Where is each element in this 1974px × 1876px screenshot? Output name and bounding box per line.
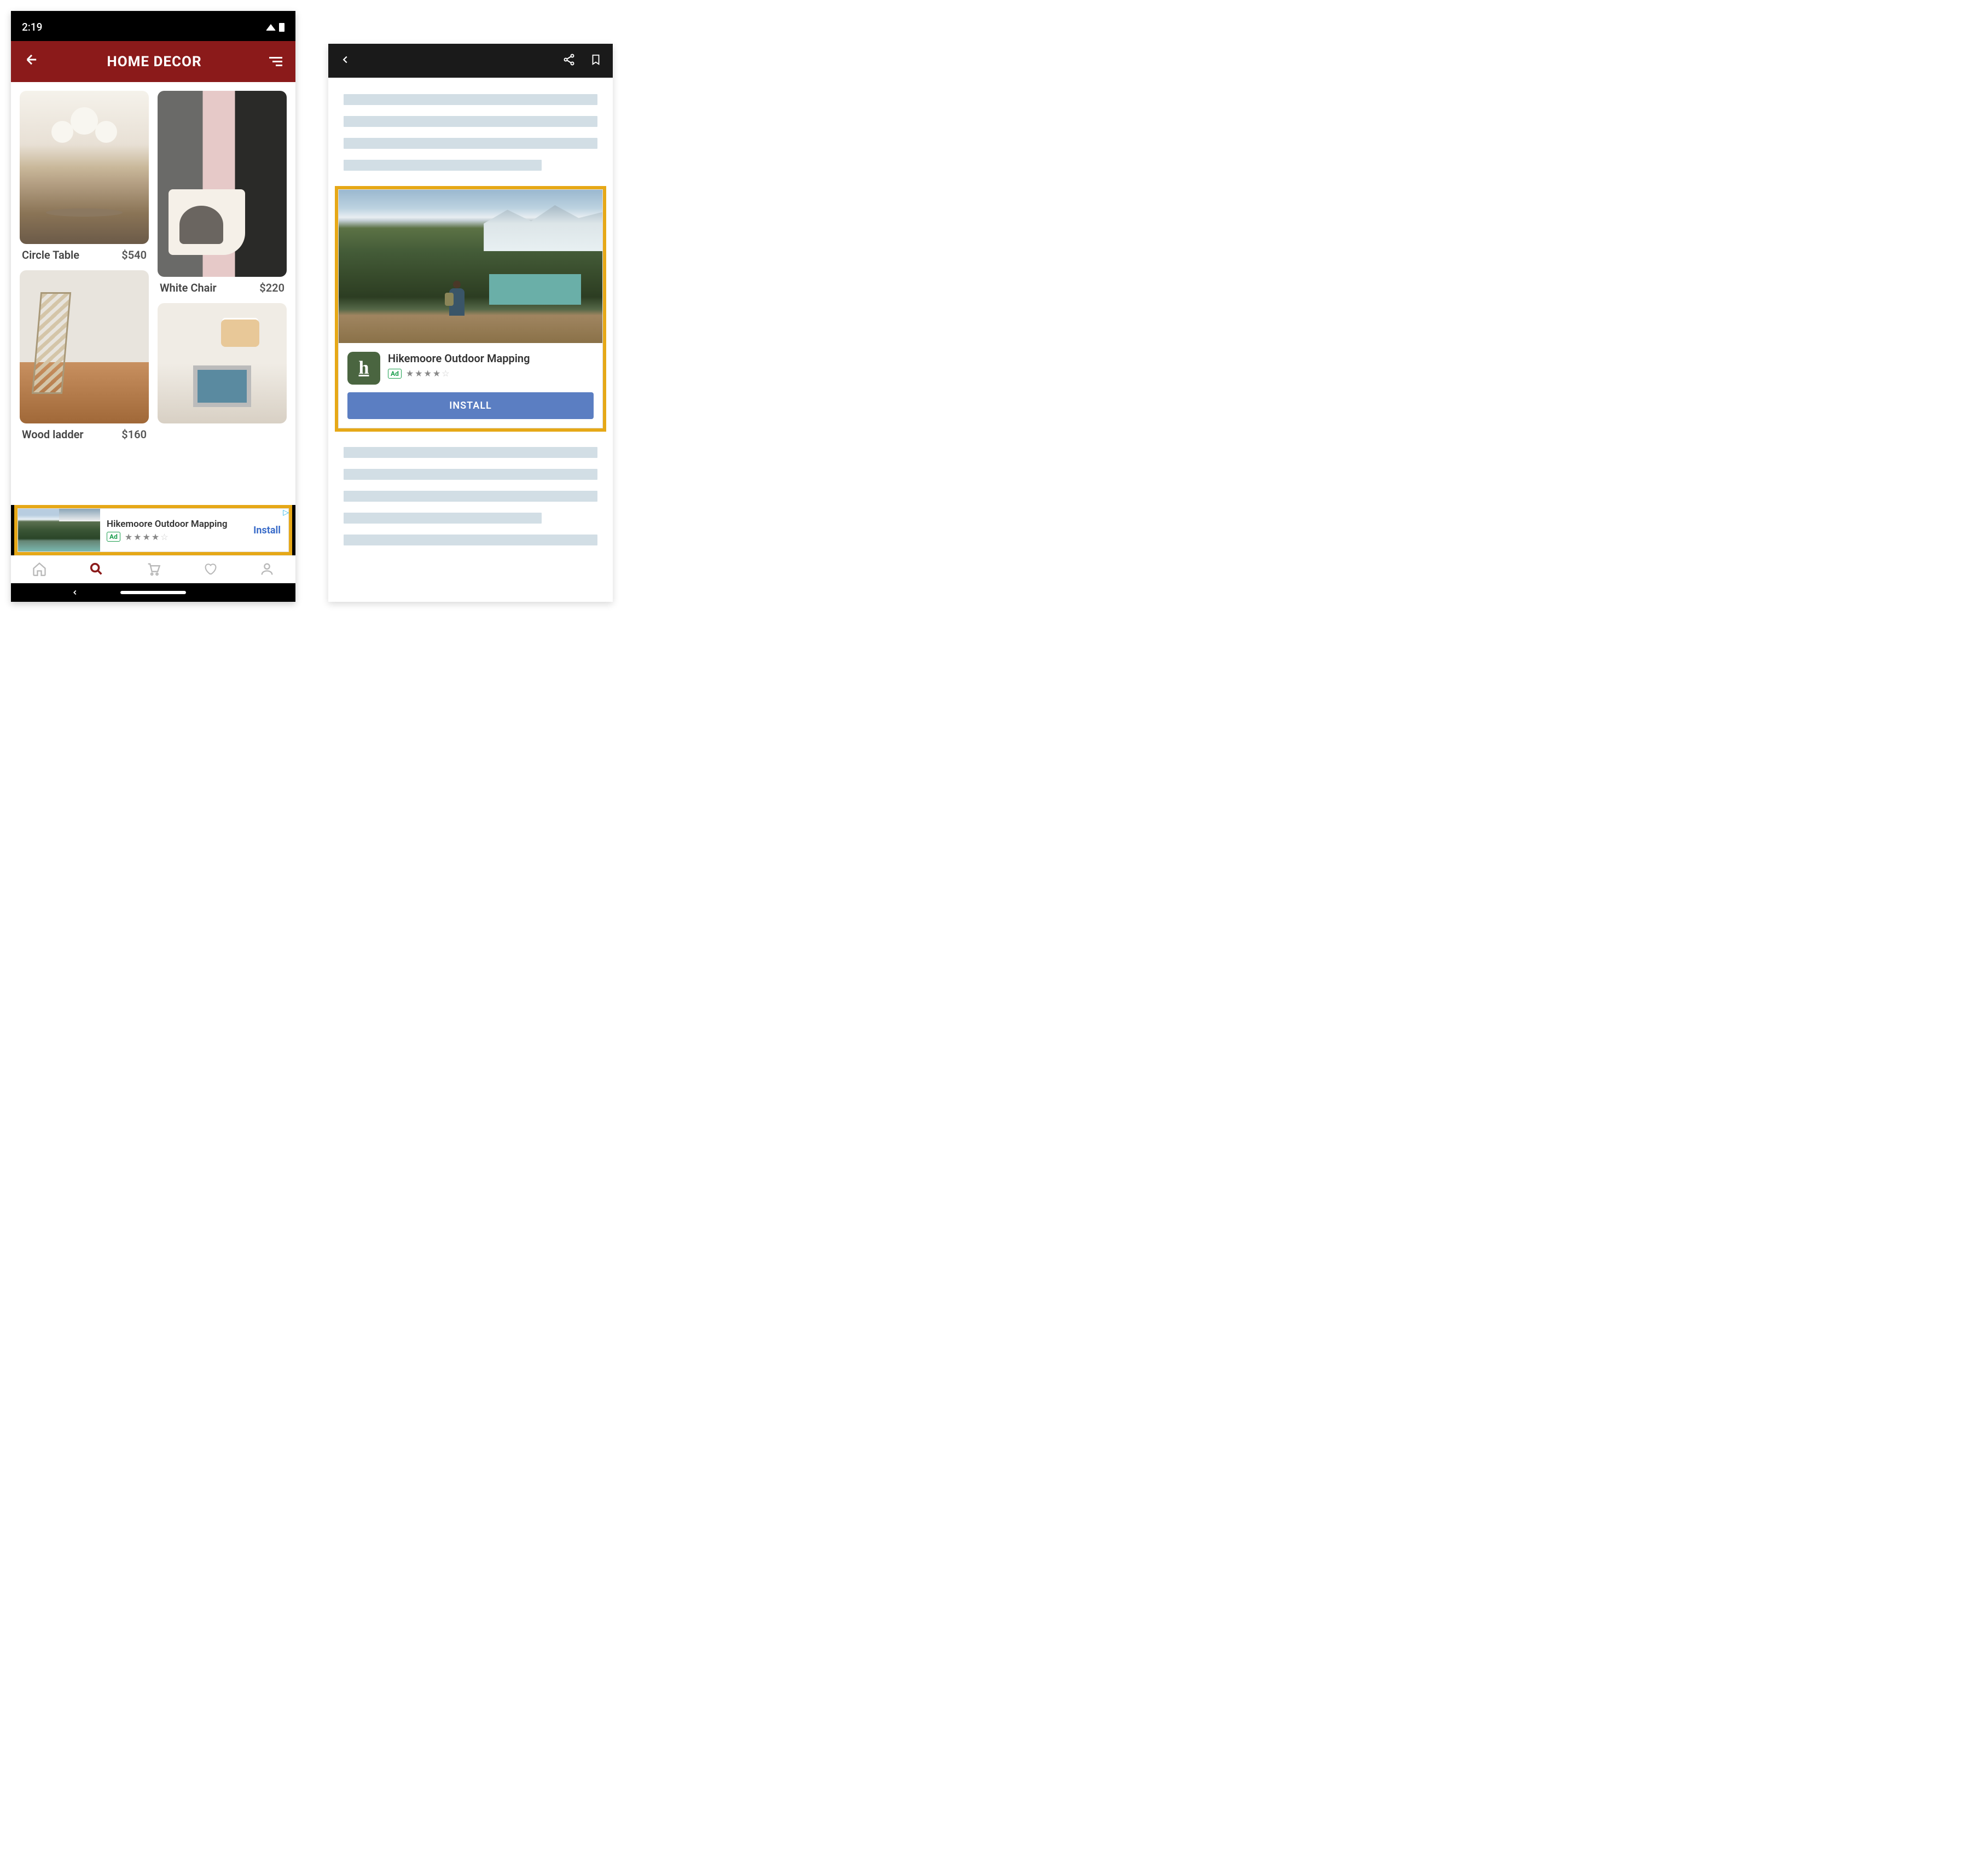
back-arrow-icon[interactable]	[24, 52, 39, 71]
bookmark-icon[interactable]	[590, 53, 602, 69]
product-name: White Chair	[160, 281, 217, 294]
product-card[interactable]: Circle Table $540	[20, 91, 149, 262]
system-back-icon[interactable]	[71, 586, 79, 599]
system-nav	[11, 583, 295, 602]
article-body[interactable]: ▷ h Hikemoore Outdoor Mapping Ad ★	[328, 78, 613, 555]
ad-badge: Ad	[388, 369, 402, 379]
article-header	[328, 44, 613, 78]
product-name: Wood ladder	[22, 428, 84, 441]
text-line	[344, 116, 597, 127]
bottom-nav	[11, 555, 295, 583]
banner-ad-highlight: ▷ Hikemoore Outdoor Mapping Ad ★ ★ ★ ★ ☆…	[14, 505, 292, 555]
phone-article: ▷ h Hikemoore Outdoor Mapping Ad ★	[328, 44, 613, 602]
home-icon[interactable]	[32, 561, 47, 579]
star-icon: ★	[415, 368, 422, 379]
search-icon[interactable]	[89, 561, 104, 579]
back-chevron-icon[interactable]	[339, 54, 351, 68]
product-card[interactable]	[158, 303, 287, 423]
ad-thumbnail	[18, 509, 100, 551]
star-rating: ★ ★ ★ ★ ☆	[125, 532, 169, 542]
star-icon: ★	[424, 368, 432, 379]
text-line	[344, 491, 597, 502]
status-time: 2:19	[22, 21, 42, 33]
install-button[interactable]: INSTALL	[347, 392, 594, 419]
app-header: HOME DECOR	[11, 41, 295, 82]
star-icon: ★	[406, 368, 414, 379]
text-line	[344, 160, 542, 171]
install-button[interactable]: Install	[253, 525, 288, 536]
ad-hero-image	[339, 190, 602, 343]
product-card[interactable]: White Chair $220	[158, 91, 287, 294]
product-price: $220	[259, 281, 285, 294]
share-icon[interactable]	[562, 53, 576, 68]
text-line	[344, 447, 597, 458]
text-line	[344, 138, 597, 149]
phone-home-decor: 2:19 HOME DECOR Circle Table $540	[11, 11, 295, 602]
product-image	[158, 91, 287, 277]
ad-title: Hikemoore Outdoor Mapping	[107, 519, 247, 530]
filter-icon[interactable]	[269, 57, 282, 66]
page-title: HOME DECOR	[107, 54, 201, 70]
profile-icon[interactable]	[259, 561, 275, 579]
product-image	[158, 303, 287, 423]
text-line	[344, 513, 542, 524]
app-icon: h	[347, 352, 380, 385]
text-line	[344, 535, 597, 545]
heart-icon[interactable]	[202, 561, 218, 579]
star-empty-icon: ☆	[160, 532, 168, 542]
battery-icon	[279, 23, 285, 32]
text-line	[344, 469, 597, 480]
text-line	[344, 94, 597, 105]
status-icons	[266, 23, 285, 32]
product-card[interactable]: Wood ladder $160	[20, 270, 149, 441]
star-icon: ★	[125, 532, 132, 542]
product-name: Circle Table	[22, 248, 79, 262]
ad-title: Hikemoore Outdoor Mapping	[388, 352, 530, 365]
cart-icon[interactable]	[146, 561, 161, 579]
product-image	[20, 91, 149, 244]
adchoices-icon[interactable]: ▷	[283, 508, 289, 517]
ad-badge: Ad	[107, 532, 120, 542]
star-icon: ★	[143, 532, 150, 542]
star-icon: ★	[133, 532, 141, 542]
home-pill-icon[interactable]	[120, 591, 186, 594]
star-icon: ★	[433, 368, 440, 379]
product-image	[20, 270, 149, 423]
inline-ad-highlight: ▷ h Hikemoore Outdoor Mapping Ad ★	[335, 186, 606, 432]
star-icon: ★	[152, 532, 159, 542]
product-price: $540	[121, 248, 147, 262]
inline-ad[interactable]: ▷ h Hikemoore Outdoor Mapping Ad ★	[338, 189, 603, 428]
product-grid[interactable]: Circle Table $540 Wood ladder $160 White…	[11, 82, 295, 505]
hiker-figure	[449, 288, 465, 316]
banner-ad[interactable]: ▷ Hikemoore Outdoor Mapping Ad ★ ★ ★ ★ ☆…	[18, 508, 289, 552]
star-empty-icon: ☆	[442, 368, 449, 379]
wifi-icon	[266, 24, 276, 31]
star-rating: ★ ★ ★ ★ ☆	[406, 368, 450, 379]
status-bar: 2:19	[11, 11, 295, 41]
product-price: $160	[121, 428, 147, 441]
